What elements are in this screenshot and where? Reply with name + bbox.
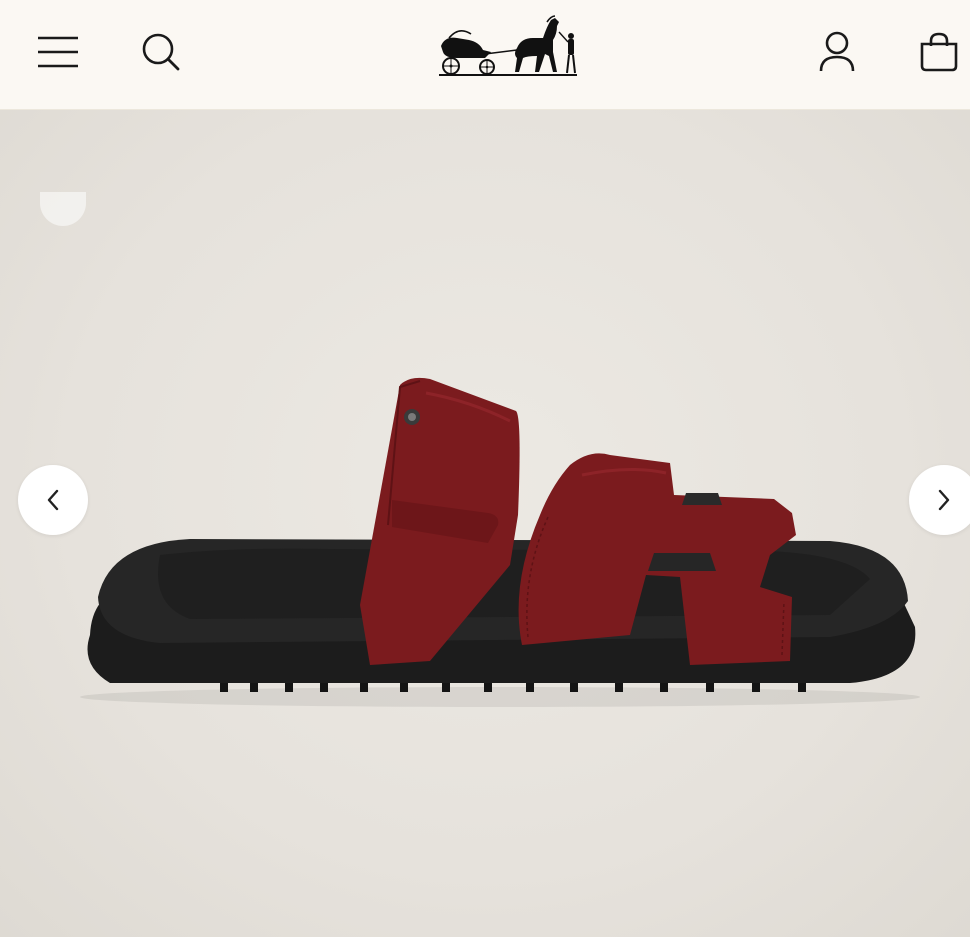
chevron-left-icon — [47, 489, 59, 511]
search-button[interactable] — [133, 22, 189, 82]
user-icon — [819, 31, 855, 72]
gallery-indicator — [40, 192, 86, 226]
menu-button[interactable] — [30, 22, 86, 82]
site-header — [0, 0, 970, 110]
product-image-red-leather-sandal — [80, 377, 920, 707]
chevron-right-icon — [938, 489, 950, 511]
previous-image-button[interactable] — [18, 465, 88, 535]
shopping-bag-icon — [920, 32, 958, 72]
account-button[interactable] — [809, 22, 865, 82]
shopping-bag-button[interactable] — [911, 22, 967, 82]
hamburger-menu-icon — [38, 36, 78, 68]
search-icon — [142, 33, 180, 71]
next-image-button[interactable] — [909, 465, 970, 535]
horse-carriage-logo[interactable] — [435, 12, 581, 82]
